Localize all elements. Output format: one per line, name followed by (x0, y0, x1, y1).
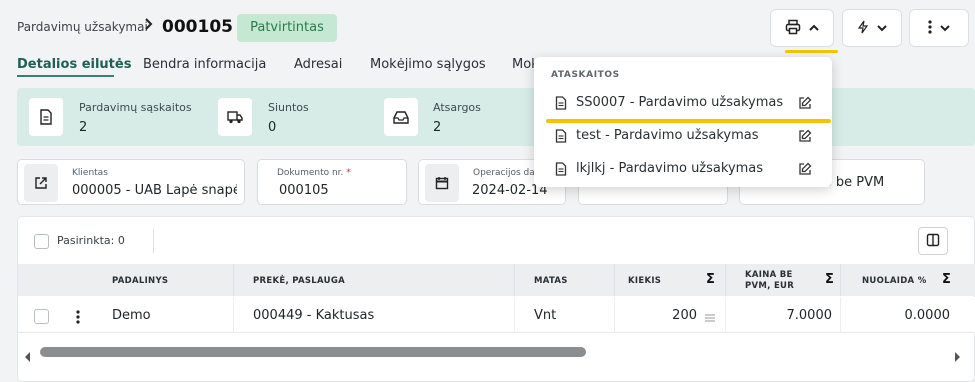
document-icon (555, 95, 567, 114)
cell-divider (514, 297, 515, 333)
operation-date-label: Operacijos da (473, 168, 535, 178)
selected-count: Pasirinkta: 0 (57, 234, 125, 247)
document-number-field[interactable]: Dokumento nr. * 000105 (257, 159, 407, 205)
toolbar-divider (153, 229, 154, 253)
scroll-left-icon[interactable] (25, 347, 31, 366)
document-number-value[interactable]: 000105 (279, 183, 329, 198)
cell-item[interactable]: 000449 - Kaktusas (253, 308, 374, 323)
tab-detail-lines[interactable]: Detalios eilutės (17, 57, 131, 72)
breadcrumb-parent[interactable]: Pardavimų užsakymai (17, 20, 148, 34)
breadcrumb-separator-icon (144, 16, 154, 35)
report-item-label: lkjlkj - Pardavimo užsakymas (576, 161, 764, 176)
lightning-icon (857, 20, 869, 37)
sum-discount-icon[interactable]: Σ (942, 272, 951, 287)
cell-discount[interactable]: 0.0000 (860, 308, 951, 323)
client-label: Klientas (72, 168, 108, 178)
page-title: 000105 (162, 17, 233, 37)
column-header-unit[interactable]: MATAS (534, 276, 568, 286)
report-item-label: SS0007 - Pardavimo užsakymas (576, 95, 784, 110)
required-mark: * (346, 168, 351, 178)
cell-divider (614, 297, 615, 333)
drag-handle-icon[interactable] (705, 308, 715, 327)
chevron-up-icon (809, 21, 819, 35)
shipments-count[interactable]: 0 (268, 120, 276, 135)
document-icon (29, 98, 63, 136)
column-header-discount[interactable]: NUOLAIDA % (862, 276, 927, 286)
document-number-label-text: Dokumento nr. (277, 168, 344, 178)
print-menu-button[interactable] (770, 9, 834, 47)
select-all-checkbox[interactable] (34, 234, 49, 249)
chevron-down-icon (940, 21, 950, 35)
cell-department[interactable]: Demo (112, 308, 151, 323)
row-checkbox[interactable] (34, 309, 49, 324)
invoices-count[interactable]: 2 (79, 120, 87, 135)
header-divider (725, 264, 726, 296)
sum-price-icon[interactable]: Σ (825, 272, 834, 287)
tab-general-info[interactable]: Bendra informacija (143, 57, 266, 72)
edit-icon[interactable] (798, 128, 812, 147)
actions-menu-button[interactable] (842, 9, 902, 47)
invoices-label[interactable]: Pardavimų sąskaitos (79, 101, 192, 114)
document-icon (555, 161, 567, 180)
client-value[interactable]: 000005 - UAB Lapė snapė (72, 183, 237, 198)
column-header-item[interactable]: PREKĖ, PASLAUGA (253, 276, 345, 286)
row-actions-icon[interactable] (76, 309, 80, 328)
chevron-down-icon (877, 21, 887, 35)
truck-icon (218, 98, 252, 136)
report-item-label: test - Pardavimo užsakymas (576, 128, 759, 143)
report-item-lkjlkj[interactable]: lkjlkj - Pardavimo užsakymas (534, 152, 832, 184)
stock-count[interactable]: 2 (433, 120, 441, 135)
cell-price[interactable]: 7.0000 (745, 308, 833, 323)
client-field[interactable]: Klientas 000005 - UAB Lapė snapė (17, 159, 245, 205)
calendar-icon[interactable] (425, 164, 459, 202)
shipments-label[interactable]: Siuntos (268, 101, 309, 114)
stock-label[interactable]: Atsargos (433, 101, 481, 114)
edit-icon[interactable] (798, 161, 812, 180)
open-link-icon[interactable] (24, 164, 58, 202)
inbox-icon (384, 98, 418, 136)
cell-divider (840, 297, 841, 333)
edit-icon[interactable] (798, 95, 812, 114)
scroll-right-icon[interactable] (954, 347, 960, 366)
header-divider (233, 264, 234, 296)
report-item-ss0007[interactable]: SS0007 - Pardavimo užsakymas (534, 86, 832, 118)
header-divider (840, 264, 841, 296)
columns-icon (926, 232, 940, 251)
column-header-department[interactable]: PADALINYS (112, 276, 168, 286)
document-icon (555, 128, 567, 147)
cell-divider (233, 297, 234, 333)
cell-divider (725, 297, 726, 333)
more-menu-button[interactable] (909, 9, 969, 47)
status-badge: Patvirtintas (237, 14, 337, 42)
active-tab-indicator (17, 75, 114, 77)
print-button-highlight (785, 50, 838, 53)
printer-icon (785, 19, 801, 38)
column-header-price[interactable]: KAINA BE PVM, EUR (745, 270, 819, 292)
tab-payment-terms[interactable]: Mokėjimo sąlygos (370, 57, 486, 72)
horizontal-scrollbar-thumb[interactable] (40, 347, 586, 357)
reports-heading: ATASKAITOS (551, 70, 620, 80)
cell-unit[interactable]: Vnt (534, 308, 556, 323)
cell-quantity[interactable]: 200 (640, 308, 697, 323)
document-number-label: Dokumento nr. * (277, 168, 351, 178)
column-header-quantity[interactable]: KIEKIS (628, 276, 661, 286)
tab-addresses[interactable]: Adresai (294, 57, 342, 72)
header-divider (514, 264, 515, 296)
kebab-icon (928, 19, 932, 37)
sum-quantity-icon[interactable]: Σ (706, 272, 715, 287)
report-item-test[interactable]: test - Pardavimo užsakymas (534, 119, 832, 151)
columns-toggle-button[interactable] (918, 227, 948, 255)
header-divider (614, 264, 615, 296)
